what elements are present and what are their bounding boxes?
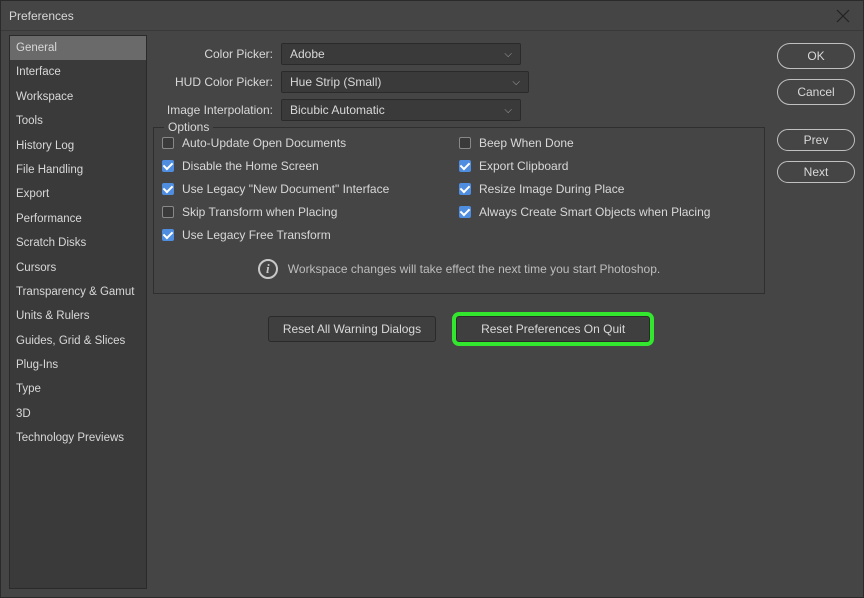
prev-button[interactable]: Prev bbox=[777, 129, 855, 151]
sidebar-item-units-rulers[interactable]: Units & Rulers bbox=[10, 304, 146, 328]
ok-button[interactable]: OK bbox=[777, 43, 855, 69]
sidebar-item-transparency-gamut[interactable]: Transparency & Gamut bbox=[10, 280, 146, 304]
close-button[interactable] bbox=[831, 4, 855, 28]
checkbox-skip-transform-when-placing[interactable]: Skip Transform when Placing bbox=[162, 205, 459, 219]
checkbox-box bbox=[459, 160, 471, 172]
chevron-down-icon: ⌵ bbox=[504, 49, 512, 60]
checkbox-label: Skip Transform when Placing bbox=[182, 205, 337, 219]
sidebar-item-scratch-disks[interactable]: Scratch Disks bbox=[10, 231, 146, 255]
checkbox-box bbox=[162, 183, 174, 195]
checkbox-label: Disable the Home Screen bbox=[182, 159, 319, 173]
checkbox-always-create-smart-objects-when-placing[interactable]: Always Create Smart Objects when Placing bbox=[459, 205, 756, 219]
checkbox-label: Auto-Update Open Documents bbox=[182, 136, 346, 150]
hud-color-picker-value: Hue Strip (Small) bbox=[290, 75, 381, 89]
sidebar-item-interface[interactable]: Interface bbox=[10, 60, 146, 84]
sidebar-item-cursors[interactable]: Cursors bbox=[10, 256, 146, 280]
sidebar-item-guides-grid-slices[interactable]: Guides, Grid & Slices bbox=[10, 329, 146, 353]
checkbox-label: Export Clipboard bbox=[479, 159, 568, 173]
cancel-button[interactable]: Cancel bbox=[777, 79, 855, 105]
checkbox-resize-image-during-place[interactable]: Resize Image During Place bbox=[459, 182, 756, 196]
checkbox-export-clipboard[interactable]: Export Clipboard bbox=[459, 159, 756, 173]
hud-color-picker-dropdown[interactable]: Hue Strip (Small) ⌵ bbox=[281, 71, 529, 93]
options-fieldset: Options Auto-Update Open DocumentsDisabl… bbox=[153, 127, 765, 294]
sidebar-item-tools[interactable]: Tools bbox=[10, 109, 146, 133]
info-text: Workspace changes will take effect the n… bbox=[288, 262, 660, 276]
close-icon bbox=[836, 9, 850, 23]
checkbox-box bbox=[459, 206, 471, 218]
titlebar: Preferences bbox=[1, 1, 863, 31]
color-picker-dropdown[interactable]: Adobe ⌵ bbox=[281, 43, 521, 65]
checkbox-label: Always Create Smart Objects when Placing bbox=[479, 205, 710, 219]
checkbox-use-legacy-new-document-interface[interactable]: Use Legacy "New Document" Interface bbox=[162, 182, 459, 196]
checkbox-box bbox=[162, 229, 174, 241]
checkbox-label: Beep When Done bbox=[479, 136, 574, 150]
sidebar-item-workspace[interactable]: Workspace bbox=[10, 85, 146, 109]
checkbox-label: Use Legacy Free Transform bbox=[182, 228, 331, 242]
chevron-down-icon: ⌵ bbox=[504, 105, 512, 116]
sidebar-item-export[interactable]: Export bbox=[10, 182, 146, 206]
checkbox-auto-update-open-documents[interactable]: Auto-Update Open Documents bbox=[162, 136, 459, 150]
sidebar-item-3d[interactable]: 3D bbox=[10, 402, 146, 426]
reset-preferences-button[interactable]: Reset Preferences On Quit bbox=[456, 316, 650, 342]
color-picker-value: Adobe bbox=[290, 47, 325, 61]
sidebar-item-type[interactable]: Type bbox=[10, 377, 146, 401]
sidebar-item-plug-ins[interactable]: Plug-Ins bbox=[10, 353, 146, 377]
window-title: Preferences bbox=[9, 9, 831, 23]
sidebar: GeneralInterfaceWorkspaceToolsHistory Lo… bbox=[9, 35, 147, 589]
action-buttons: OK Cancel Prev Next bbox=[777, 35, 855, 589]
next-button[interactable]: Next bbox=[777, 161, 855, 183]
sidebar-item-history-log[interactable]: History Log bbox=[10, 134, 146, 158]
color-picker-label: Color Picker: bbox=[153, 47, 281, 61]
checkbox-use-legacy-free-transform[interactable]: Use Legacy Free Transform bbox=[162, 228, 459, 242]
checkbox-label: Resize Image During Place bbox=[479, 182, 624, 196]
checkbox-box bbox=[459, 137, 471, 149]
sidebar-item-file-handling[interactable]: File Handling bbox=[10, 158, 146, 182]
checkbox-label: Use Legacy "New Document" Interface bbox=[182, 182, 389, 196]
reset-warnings-button[interactable]: Reset All Warning Dialogs bbox=[268, 316, 436, 342]
sidebar-item-general[interactable]: General bbox=[10, 36, 146, 60]
chevron-down-icon: ⌵ bbox=[512, 77, 520, 88]
checkbox-box bbox=[459, 183, 471, 195]
info-icon: i bbox=[258, 259, 278, 279]
options-title: Options bbox=[164, 120, 213, 134]
hud-color-picker-label: HUD Color Picker: bbox=[153, 75, 281, 89]
checkbox-beep-when-done[interactable]: Beep When Done bbox=[459, 136, 756, 150]
sidebar-item-performance[interactable]: Performance bbox=[10, 207, 146, 231]
main-panel: Color Picker: Adobe ⌵ HUD Color Picker: … bbox=[147, 35, 771, 589]
checkbox-disable-the-home-screen[interactable]: Disable the Home Screen bbox=[162, 159, 459, 173]
image-interpolation-value: Bicubic Automatic bbox=[290, 103, 385, 117]
image-interpolation-dropdown[interactable]: Bicubic Automatic ⌵ bbox=[281, 99, 521, 121]
checkbox-box bbox=[162, 137, 174, 149]
image-interpolation-label: Image Interpolation: bbox=[153, 103, 281, 117]
sidebar-item-technology-previews[interactable]: Technology Previews bbox=[10, 426, 146, 450]
checkbox-box bbox=[162, 206, 174, 218]
checkbox-box bbox=[162, 160, 174, 172]
